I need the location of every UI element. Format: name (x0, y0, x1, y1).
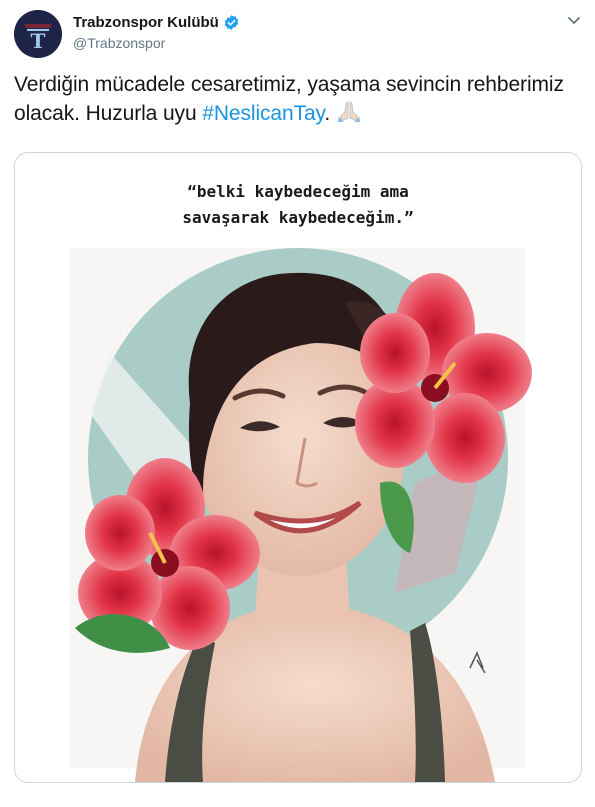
display-name[interactable]: Trabzonspor Kulübü (73, 14, 219, 31)
author-handle[interactable]: @Trabzonspor (73, 35, 165, 51)
hashtag-link[interactable]: #NeslicanTay (202, 102, 324, 125)
folded-hands-icon (336, 99, 362, 131)
chevron-down-icon[interactable] (566, 12, 582, 28)
avatar[interactable]: T (14, 10, 62, 58)
trabzonspor-logo-icon: T (14, 10, 62, 58)
tweet-text: Verdiğin mücadele cesaretimiz, yaşama se… (14, 70, 574, 131)
tweet-text-end: . (324, 102, 331, 125)
portrait-illustration (70, 248, 532, 782)
author-name-row: Trabzonspor Kulübü (73, 14, 240, 31)
tweet-media-image[interactable]: “belki kaybedeceğim ama savaşarak kaybed… (14, 152, 582, 783)
svg-text:T: T (31, 29, 46, 53)
image-quote: “belki kaybedeceğim ama savaşarak kaybed… (182, 182, 414, 227)
verified-badge-icon (223, 14, 240, 31)
